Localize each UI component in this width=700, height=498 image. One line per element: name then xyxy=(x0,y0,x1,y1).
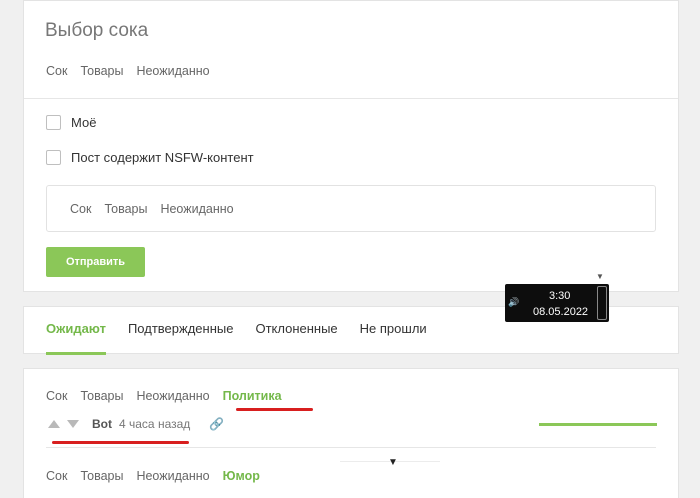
post-title-input[interactable]: Выбор сока xyxy=(45,20,148,42)
tag-input-juice[interactable]: Сок xyxy=(70,202,91,216)
progress-line xyxy=(539,423,657,426)
tag-input-unexpected[interactable]: Неожиданно xyxy=(160,202,233,216)
show-desktop-button[interactable] xyxy=(597,286,607,320)
post-1-tags: Сок Товары Неожиданно Политика xyxy=(46,389,282,403)
post-1-tag-goods[interactable]: Товары xyxy=(80,389,123,403)
posts-feed-card: Сок Товары Неожиданно Политика Bot 4 час… xyxy=(23,368,679,498)
moderation-tabs: Ожидают Подтвержденные Отклоненные Не пр… xyxy=(46,321,427,355)
tab-pending[interactable]: Ожидают xyxy=(46,321,106,355)
mine-checkbox[interactable] xyxy=(46,115,61,130)
upvote-icon[interactable] xyxy=(48,420,60,428)
speaker-icon[interactable]: 🔊 xyxy=(508,297,519,308)
post-2-tag-goods[interactable]: Товары xyxy=(80,469,123,483)
post-1-time: 4 часа назад xyxy=(119,417,191,431)
tag-juice[interactable]: Сок xyxy=(46,64,67,78)
tag-input[interactable]: Сок Товары Неожиданно xyxy=(46,185,656,232)
post-2-tags: Сок Товары Неожиданно Юмор xyxy=(46,469,260,483)
taskbar-clock[interactable]: 🔊 3:30 08.05.2022 xyxy=(505,284,609,322)
post-form-card: Выбор сока Сок Товары Неожиданно Моё Пос… xyxy=(23,0,679,292)
tab-failed[interactable]: Не прошли xyxy=(360,321,427,336)
post-1-tag-politics[interactable]: Политика xyxy=(223,389,282,403)
post-divider xyxy=(46,447,656,448)
post-tags: Сок Товары Неожиданно xyxy=(46,64,210,78)
tag-input-goods[interactable]: Товары xyxy=(104,202,147,216)
annotation-underline-politics xyxy=(236,408,313,411)
post-1-tag-unexpected[interactable]: Неожиданно xyxy=(136,389,209,403)
nsfw-checkbox-row[interactable]: Пост содержит NSFW-контент xyxy=(46,150,254,165)
screenshot-fragment: ▼ xyxy=(340,457,440,474)
clock-date: 08.05.2022 xyxy=(533,306,589,318)
mine-checkbox-label: Моё xyxy=(71,115,97,130)
tag-goods[interactable]: Товары xyxy=(80,64,123,78)
mine-checkbox-row[interactable]: Моё xyxy=(46,115,96,130)
tab-rejected[interactable]: Отклоненные xyxy=(255,321,337,336)
post-1-author[interactable]: Bot xyxy=(92,417,112,431)
post-2-tag-humor[interactable]: Юмор xyxy=(223,469,260,483)
clock-time: 3:30 xyxy=(549,290,571,302)
nsfw-checkbox[interactable] xyxy=(46,150,61,165)
link-icon[interactable]: 🔗 xyxy=(209,417,224,431)
annotation-underline-author xyxy=(52,441,189,444)
tag-input-tags: Сок Товары Неожиданно xyxy=(70,202,234,216)
tag-unexpected[interactable]: Неожиданно xyxy=(136,64,209,78)
cursor-icon: ▼ xyxy=(388,457,398,468)
post-1-tag-juice[interactable]: Сок xyxy=(46,389,67,403)
submit-button[interactable]: Отправить xyxy=(46,247,145,277)
downvote-icon[interactable] xyxy=(67,420,79,428)
tab-confirmed[interactable]: Подтвержденные xyxy=(128,321,234,336)
tray-overflow-arrow-icon[interactable]: ▼ xyxy=(596,272,604,281)
post-1-meta: Bot 4 часа назад 🔗 xyxy=(48,417,224,431)
post-2-tag-juice[interactable]: Сок xyxy=(46,469,67,483)
nsfw-checkbox-label: Пост содержит NSFW-контент xyxy=(71,150,254,165)
post-2-tag-unexpected[interactable]: Неожиданно xyxy=(136,469,209,483)
divider xyxy=(24,98,678,99)
